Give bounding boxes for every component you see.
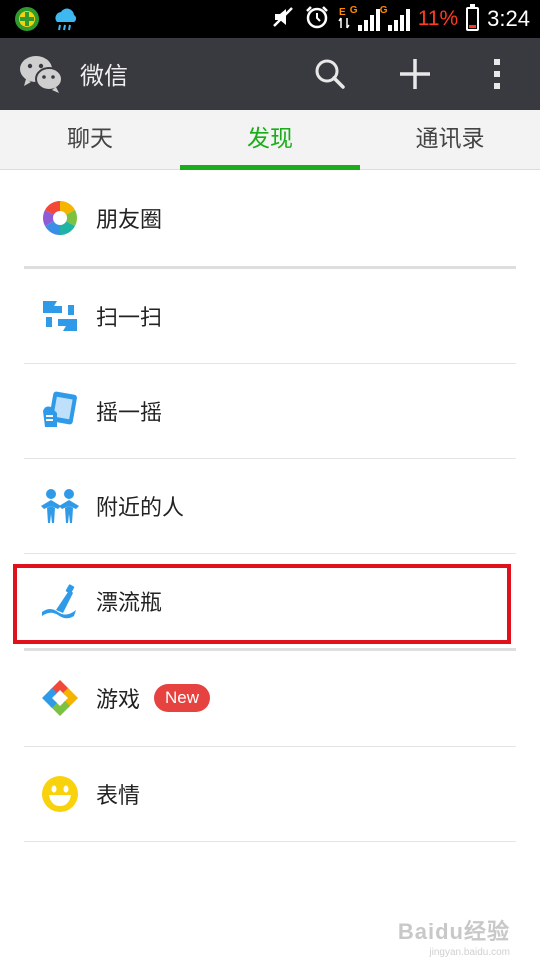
list-item-label: 附近的人 <box>96 496 185 521</box>
list-item-games[interactable]: 游戏 New <box>24 651 516 745</box>
battery-icon <box>466 4 480 31</box>
svg-text:E: E <box>339 7 346 18</box>
more-icon[interactable] <box>477 54 517 94</box>
games-icon <box>40 678 80 718</box>
list-item-scan[interactable]: 扫一扫 <box>24 269 516 363</box>
app-icon <box>14 6 40 36</box>
signal-type-label: G <box>349 5 358 16</box>
moments-icon <box>40 198 80 238</box>
signal-icon: G <box>380 5 410 31</box>
app-title: 微信 <box>80 62 128 90</box>
status-bar: E G G 11% 3:24 <box>0 0 540 38</box>
mute-icon <box>270 4 296 34</box>
row-divider <box>24 841 516 842</box>
tab-chats[interactable]: 聊天 <box>0 110 180 169</box>
people-nearby-icon <box>40 486 80 526</box>
action-bar: 微信 <box>0 38 540 110</box>
list-item-moments[interactable]: 朋友圈 <box>24 171 516 265</box>
shake-icon <box>40 391 80 431</box>
new-badge: New <box>154 684 211 712</box>
signal-icon: G <box>350 5 380 31</box>
list-item-label: 表情 <box>96 784 141 809</box>
list-item-label: 摇一摇 <box>96 401 163 426</box>
weather-icon <box>50 6 80 36</box>
clock: 3:24 <box>487 6 530 31</box>
watermark-url: jingyan.baidu.com <box>429 947 510 958</box>
plus-icon[interactable] <box>395 54 435 94</box>
data-icon: E <box>338 4 350 34</box>
signal-type-label: G <box>379 5 388 16</box>
status-left <box>14 6 80 36</box>
list-item-stickers[interactable]: 表情 <box>24 747 516 841</box>
list-item-label: 扫一扫 <box>96 306 163 331</box>
battery-percent: 11% <box>417 7 459 30</box>
list-item-label: 朋友圈 <box>96 208 163 233</box>
list-item-shake[interactable]: 摇一摇 <box>24 364 516 458</box>
search-icon[interactable] <box>310 54 350 94</box>
wechat-logo-icon <box>18 52 64 96</box>
watermark-logo: Baidu经验 <box>397 919 510 944</box>
stickers-icon <box>40 774 80 814</box>
tab-discover[interactable]: 发现 <box>180 110 360 170</box>
list-item-people-nearby[interactable]: 附近的人 <box>24 459 516 553</box>
status-right: E G G 11% 3:24 <box>270 0 530 38</box>
highlight-box <box>13 564 511 644</box>
list-item-label: 游戏 <box>96 688 141 713</box>
scan-icon <box>40 296 80 336</box>
tab-contacts[interactable]: 通讯录 <box>360 110 540 169</box>
alarm-icon <box>304 4 330 34</box>
tab-bar: 聊天 发现 通讯录 <box>0 110 540 170</box>
